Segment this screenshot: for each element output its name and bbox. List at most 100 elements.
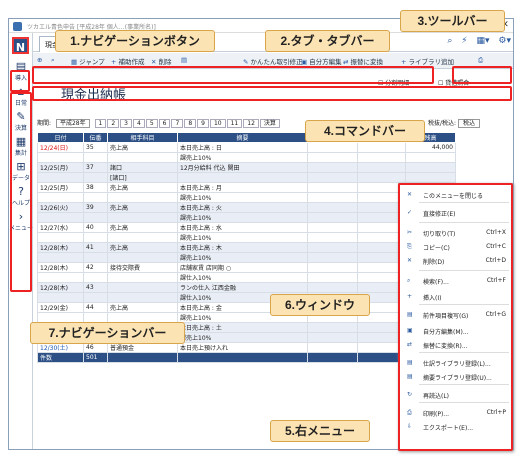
context-menu-item[interactable]: ⌕ 検索(F)... Ctrl+F <box>399 274 512 288</box>
menu-item-shortcut: Ctrl+F <box>486 277 506 284</box>
table-row[interactable]: 12/28(木) 43 ランの仕入 江西金融 <box>37 282 456 293</box>
nav-item-6[interactable]: › メニュー <box>9 211 33 233</box>
menu-item-icon: ✂ <box>407 229 413 236</box>
month-button[interactable]: 12 <box>243 119 259 128</box>
cell-acct <box>107 152 178 163</box>
column-header[interactable]: 相手科目 <box>107 132 178 143</box>
table-row[interactable]: 課売上10% <box>37 252 456 263</box>
month-button[interactable]: 9 <box>197 119 209 128</box>
menu-separator <box>419 402 509 403</box>
context-menu-item[interactable]: ⎙ 印刷(P)... Ctrl+P <box>399 406 512 420</box>
grid-icon[interactable]: ▦▾ <box>477 36 490 46</box>
year-select[interactable]: 平成28年 <box>55 119 90 128</box>
context-menu-item[interactable]: ✂ 切り取り(T) Ctrl+X <box>399 226 512 240</box>
table-row[interactable]: 12/24(日) 35 売上高 本日売上高 : 日 44,000 <box>37 142 456 153</box>
menu-item-shortcut: Ctrl+X <box>486 229 506 236</box>
context-menu-item[interactable]: ⎘ コピー(C) Ctrl+C <box>399 240 512 254</box>
tax-select[interactable]: 税込 <box>457 119 480 128</box>
cell-out <box>357 152 406 163</box>
context-menu-item[interactable]: ▤ 摘要ライブラリ登録(U)... <box>399 370 512 384</box>
month-button[interactable]: 11 <box>226 119 243 128</box>
command-10[interactable]: ⎙ <box>478 56 485 65</box>
search-icon[interactable]: ⌕ <box>447 36 452 46</box>
table-row[interactable]: 課売上10% <box>37 152 456 163</box>
month-button[interactable]: 5 <box>145 119 158 128</box>
command-8[interactable]: ⇄ 振替に変換 <box>343 56 383 66</box>
table-row[interactable]: [諸口] <box>37 172 456 183</box>
column-header[interactable]: 日付 <box>37 132 84 143</box>
month-button[interactable]: 2 <box>107 119 120 128</box>
command-2[interactable]: ▦ ジャンプ <box>71 56 105 66</box>
context-menu-item[interactable]: ▤ 前件項目複写(G) Ctrl+G <box>399 308 512 322</box>
context-menu-item[interactable]: ⇄ 振替に変換(R)... <box>399 338 512 352</box>
nav-item-0[interactable]: ▤ 導入 <box>9 61 33 83</box>
command-9[interactable]: + ライブラリ追加 <box>401 56 454 66</box>
context-menu-item[interactable]: ↻ 再読込(L) <box>399 388 512 402</box>
table-row[interactable]: 12/28(木)41売上高本日売上高 : 木81,102 <box>37 242 456 253</box>
cell-acct: 売上高 <box>107 222 178 233</box>
menu-item-label: 摘要ライブラリ登録(U)... <box>423 375 492 382</box>
command-7[interactable]: ▣ 自分方編集 <box>301 56 342 66</box>
context-menu-item[interactable]: ✓ 直接修正(E) <box>399 206 512 220</box>
command-0[interactable]: ⊕ <box>37 56 44 64</box>
month-button[interactable]: 4 <box>133 119 145 128</box>
menu-item-label: エクスポート(E)... <box>423 425 474 432</box>
context-menu-item[interactable]: ⇩ エクスポート(E)... <box>399 420 512 434</box>
split-detail-checkbox[interactable]: ☐ 分割明細 <box>378 78 409 87</box>
context-menu-item[interactable]: ✕ このメニューを閉じる <box>399 188 512 202</box>
nav-label: ヘルプ <box>11 200 30 207</box>
table-row[interactable]: 課売上10% <box>37 192 456 203</box>
table-row[interactable]: 12/30(土) 46 普通預金 本日売上預け入れ <box>37 342 456 353</box>
nav-item-5[interactable]: ? ヘルプ <box>9 186 33 208</box>
month-button[interactable]: 8 <box>184 119 197 128</box>
table-row[interactable]: 12/26(火)39売上高本日売上高 : 火93,928 <box>37 202 456 213</box>
command-1[interactable]: ⌕ <box>51 56 57 65</box>
command-6[interactable]: ✎ かんたん取引修正 <box>243 56 302 66</box>
month-button[interactable]: 1 <box>94 119 107 128</box>
menu-item-icon: + <box>407 293 413 300</box>
month-button[interactable]: 3 <box>120 119 132 128</box>
table-row[interactable]: 課売上10% <box>37 232 456 243</box>
command-4[interactable]: ✕ 削除 <box>151 56 171 66</box>
cell-in <box>307 232 358 243</box>
nav-icon: ▦ <box>15 135 27 148</box>
table-row[interactable]: 課売上10% <box>37 312 456 323</box>
command-icon: + <box>401 58 407 66</box>
command-5[interactable]: ▤ <box>181 56 189 64</box>
context-menu-item[interactable]: ▣ 自分方編集(M)... <box>399 324 512 338</box>
month-button[interactable]: 決算 <box>259 119 280 128</box>
gear-icon[interactable]: ⚙▾ <box>498 36 511 46</box>
context-menu-item[interactable]: ▤ 仕訳ライブラリ登録(L)... <box>399 356 512 370</box>
table-row[interactable]: 12/29(金) 44 売上高 本日売上高 : 金 <box>37 302 456 313</box>
table-row[interactable]: 12/25(月)38売上高本日売上高 : 月115,309 <box>37 182 456 193</box>
cell-acct <box>107 312 178 323</box>
context-menu-item[interactable]: ✕ 削除(D) Ctrl+D <box>399 254 512 268</box>
month-button[interactable]: 7 <box>171 119 184 128</box>
menu-separator <box>419 202 509 203</box>
balance-check-checkbox[interactable]: ☐ 貸借照合 <box>438 78 469 87</box>
column-header[interactable]: 摘要 <box>177 132 308 143</box>
command-3[interactable]: + 補助作成 <box>111 56 144 66</box>
cell-date <box>37 212 84 223</box>
table-row[interactable]: 課売上10% <box>37 212 456 223</box>
table-row[interactable]: 12/25(月) 37 諸口 12月分給料 代込 関田 <box>37 162 456 173</box>
table-row[interactable]: 課仕入10% <box>37 292 456 303</box>
month-button[interactable]: 10 <box>209 119 226 128</box>
table-row[interactable]: 12/27(水)40売上高本日売上高 : 水144,761 <box>37 222 456 233</box>
context-menu-item[interactable]: + 挿入(I) <box>399 290 512 304</box>
nav-item-3[interactable]: ▦ 集計 <box>9 135 33 158</box>
cell-date: 12/30(土) <box>37 342 84 353</box>
nav-icon: ⊞ <box>16 160 26 173</box>
cell-out <box>357 162 406 173</box>
column-header[interactable]: 伝番 <box>83 132 108 143</box>
table-row[interactable]: 12/28(木) 42 接待交際費 店舗家賃 店同期 ○ <box>37 262 456 273</box>
command-icon: ✎ <box>243 58 249 66</box>
month-button[interactable]: 6 <box>158 119 171 128</box>
lightning-icon[interactable]: ⚡ <box>461 36 467 46</box>
nav-item-1[interactable]: ⌂ 日常 <box>9 86 33 108</box>
nav-item-2[interactable]: ✎ 決算 <box>9 111 33 133</box>
nav-item-4[interactable]: ⊞ データ <box>9 160 33 183</box>
table-row[interactable]: 課仕入10% <box>37 272 456 283</box>
cell-acct: 売上高 <box>107 142 178 153</box>
nav-home-button[interactable]: N <box>12 37 29 54</box>
